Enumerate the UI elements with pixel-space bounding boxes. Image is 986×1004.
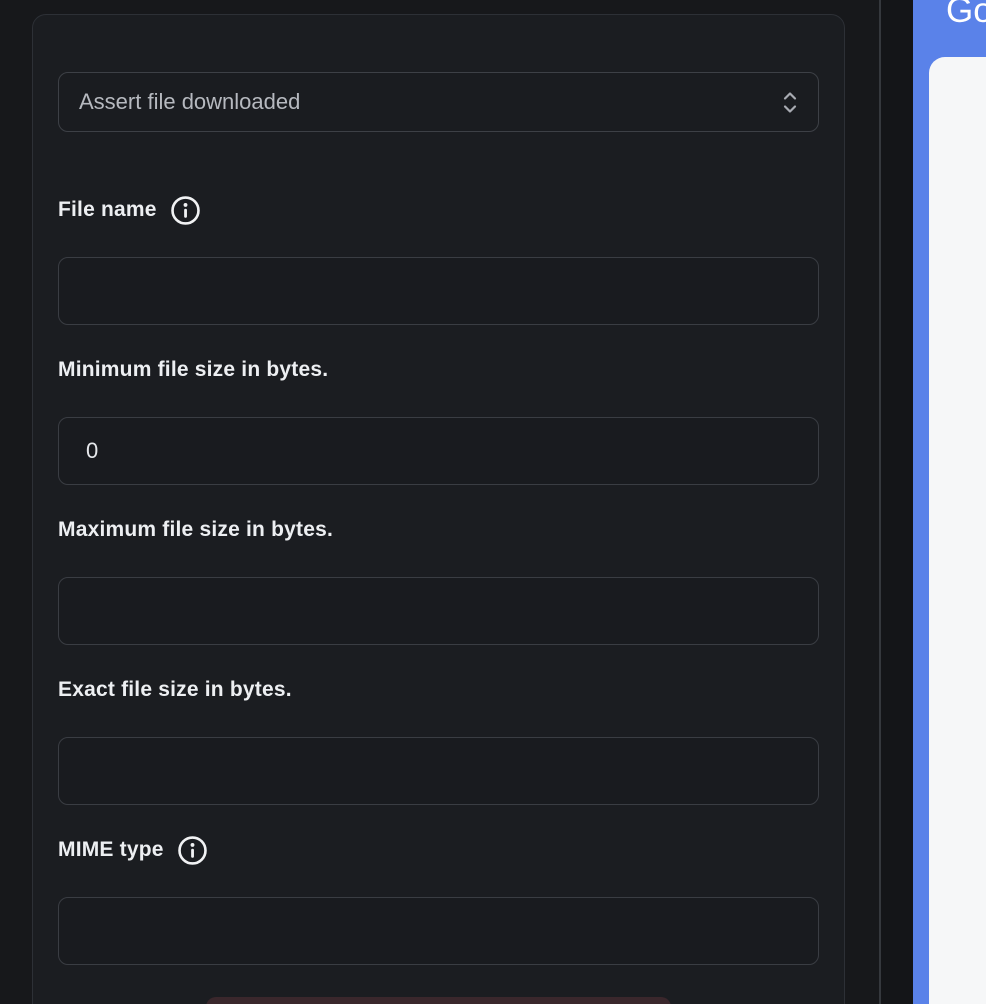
preview-page-heading: Go [946, 0, 986, 30]
action-type-selected-value: Assert file downloaded [79, 89, 301, 114]
file-name-input[interactable] [58, 257, 819, 325]
action-type-select[interactable]: Assert file downloaded [58, 72, 819, 132]
file-name-label-row: File name [58, 192, 819, 228]
max-file-size-input[interactable] [58, 577, 819, 645]
max-file-size-label-row: Maximum file size in bytes. [58, 512, 819, 548]
preview-page-surface [929, 57, 986, 1004]
mime-type-input[interactable] [58, 897, 819, 965]
file-name-label: File name [58, 198, 157, 221]
screen: Assert file downloaded File name Minimum… [0, 0, 986, 1004]
info-icon[interactable] [170, 195, 201, 226]
gutter-background [881, 0, 913, 1004]
info-icon[interactable] [177, 835, 208, 866]
exact-file-size-label: Exact file size in bytes. [58, 678, 292, 701]
min-file-size-label-row: Minimum file size in bytes. [58, 352, 819, 388]
mime-type-label-row: MIME type [58, 832, 819, 868]
step-editor-card: Assert file downloaded File name Minimum… [32, 14, 845, 1004]
min-file-size-input[interactable] [58, 417, 819, 485]
exact-file-size-input[interactable] [58, 737, 819, 805]
browser-preview-pane[interactable]: Go [913, 0, 986, 1004]
mime-type-label: MIME type [58, 838, 164, 861]
chevron-updown-icon [782, 89, 798, 116]
min-file-size-label: Minimum file size in bytes. [58, 358, 329, 381]
max-file-size-label: Maximum file size in bytes. [58, 518, 333, 541]
exact-file-size-label-row: Exact file size in bytes. [58, 672, 819, 708]
danger-action-button[interactable] [206, 997, 671, 1004]
